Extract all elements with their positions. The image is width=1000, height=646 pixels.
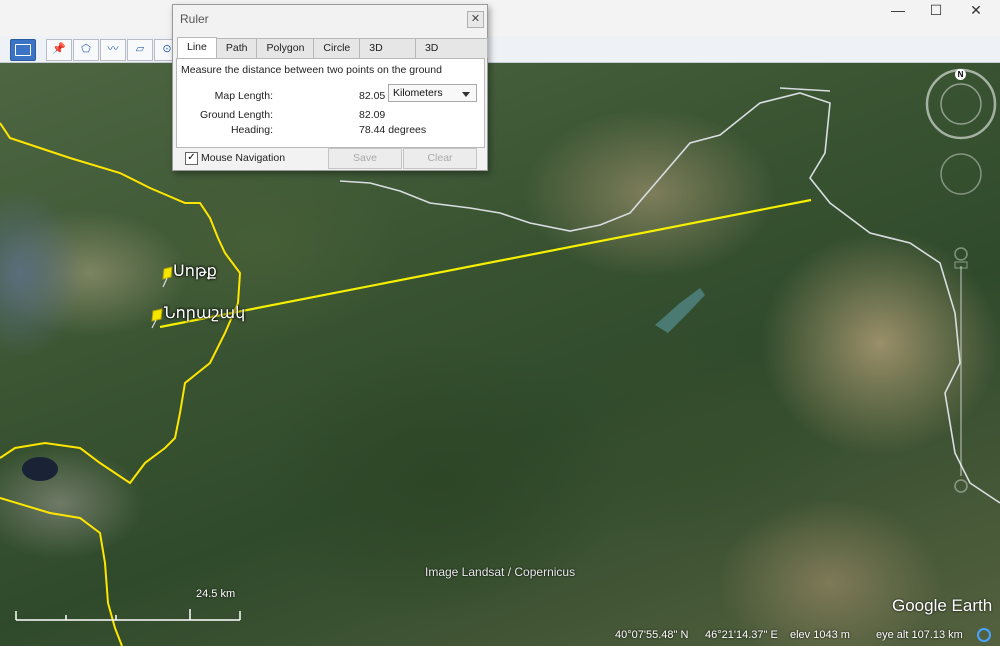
lake [22,457,58,481]
status-eye-altitude: eye alt 107.13 km [876,629,963,641]
tab-line[interactable]: Line [177,37,217,58]
status-elevation: elev 1043 m [790,629,850,641]
imagery-attribution: Image Landsat / Copernicus [425,565,576,579]
placemark-pin-icon [162,266,173,288]
toolbar-tools: 📌 ⬠ 〰 ▱ ⊙ [46,39,181,61]
compass-ring-icon [925,68,997,140]
placemark-label-sotk[interactable]: Սոթք [173,261,217,281]
placemark-label-norashak[interactable]: Նորաշակ [164,303,245,323]
save-button[interactable]: Save [328,148,402,169]
ruler-description: Measure the distance between two points … [181,64,442,76]
map-view[interactable]: Սոթք Նորաշակ 24.5 km Image Landsat / Cop… [0,63,1000,646]
heading-value: 78.44 degrees [359,124,427,136]
minimize-button[interactable]: — [878,0,918,22]
dialog-title: Ruler [180,12,209,26]
region-border [0,497,123,646]
title-bar: — ☐ ✕ [0,0,1000,36]
maximize-button[interactable]: ☐ [916,0,956,22]
tab-path[interactable]: Path [215,38,258,58]
toolbar: 📌 ⬠ 〰 ▱ ⊙ [0,36,1000,63]
tab-polygon[interactable]: Polygon [256,38,315,58]
scale-bar [15,609,241,621]
look-joystick-icon [940,153,982,195]
reservoir [655,288,705,333]
ruler-line [159,198,812,329]
status-bar: 40°07'55.48" N 46°21'14.37" E elev 1043 … [610,625,1000,646]
map-overlays [0,87,1000,646]
close-button[interactable]: ✕ [956,0,996,22]
unit-select-value: Kilometers [393,87,443,99]
navigation-controls: N [925,66,997,526]
map-length-value: 82.05 [359,90,386,102]
ruler-panel: Measure the distance between two points … [176,58,485,148]
tab-3d-polygon[interactable]: 3D polygon [414,38,488,73]
unit-select[interactable]: Kilometers [388,84,477,102]
compass-north-icon[interactable]: N [955,69,966,80]
clear-button[interactable]: Clear [403,148,477,169]
tab-circle[interactable]: Circle [313,38,361,58]
placemark-icon[interactable]: 📌 [46,39,72,61]
scale-label: 24.5 km [196,588,236,600]
zoom-slider-icon [954,247,968,493]
ruler-tabs: Line Path Polygon Circle 3D path 3D poly… [177,37,488,73]
chevron-down-icon [462,92,470,97]
mouse-navigation-checkbox[interactable]: ✓ [185,152,198,165]
mouse-navigation-label[interactable]: Mouse Navigation [201,152,285,164]
sidebar-toggle-icon[interactable] [10,39,36,61]
river-line [779,87,831,92]
ground-length-value: 82.09 [359,109,386,121]
status-longitude: 46°21'14.37" E [705,629,778,641]
nav-controls-graphic [925,68,997,493]
overlay-icon[interactable]: ▱ [127,39,153,61]
tab-3d-path[interactable]: 3D path [359,38,416,73]
placemark-pin-icon [151,308,163,329]
status-latitude: 40°07'55.48" N [615,629,689,641]
google-earth-logo: Google Earth [892,596,993,615]
polygon-icon[interactable]: ⬠ [73,39,99,61]
path-icon[interactable]: 〰 [100,39,126,61]
ground-length-label: Ground Length: [200,109,273,121]
map-length-label: Map Length: [214,90,273,102]
loading-indicator-icon [977,628,991,642]
heading-label: Heading: [230,124,273,136]
dialog-close-button[interactable]: ✕ [467,11,484,28]
ruler-dialog: Ruler ✕ Line Path Polygon Circle 3D path… [172,4,488,171]
